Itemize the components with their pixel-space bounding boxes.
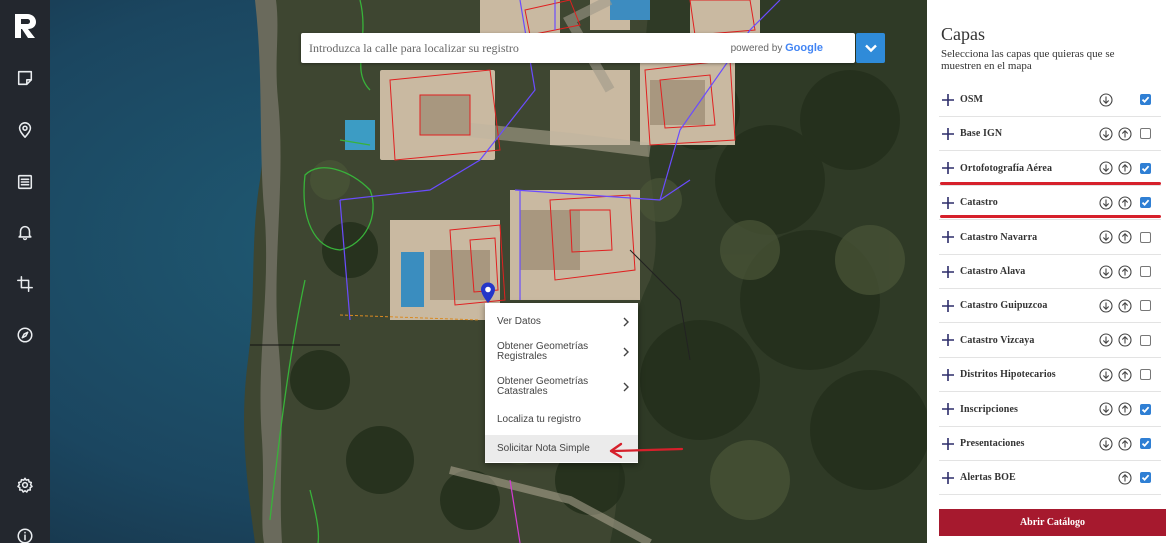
layer-row-alertas-boe: Alertas BOE [939,461,1161,496]
list-icon[interactable] [0,164,50,200]
plus-icon[interactable] [939,125,957,143]
layer-checkbox[interactable] [1140,94,1151,105]
arrow-up-circle-icon[interactable] [1118,333,1132,347]
menu-item-label: Obtener Geometrías Catastrales [497,377,614,397]
r-logo-icon[interactable] [8,9,42,43]
menu-item-label-line2: Registrales [497,351,548,362]
layer-checkbox[interactable] [1140,197,1151,209]
arrow-down-circle-icon[interactable] [1099,230,1113,244]
menu-item-label: Obtener Geometrías Registrales [497,342,614,362]
bell-icon[interactable] [0,214,50,250]
layer-row-base-ign: Base IGN [939,117,1161,152]
menu-item-geometrias-catastrales[interactable]: Obtener Geometrías Catastrales [485,373,638,401]
arrow-up-circle-icon[interactable] [1118,368,1132,382]
search-input[interactable] [301,33,731,63]
layer-row-inscripciones: Inscripciones [939,393,1161,427]
layer-checkbox[interactable] [1140,369,1151,381]
arrow-down-circle-icon[interactable] [1099,92,1113,107]
layer-row-catastro-navarra: Catastro Navarra [939,221,1161,255]
arrow-down-circle-icon[interactable] [1099,161,1113,175]
info-icon[interactable] [0,518,50,543]
arrow-down-circle-icon[interactable] [1099,333,1113,347]
sidebar [0,0,50,543]
layer-row-catastro-alava: Catastro Alava [939,255,1161,289]
arrow-up-circle-icon[interactable] [1118,299,1132,313]
arrow-down-circle-icon[interactable] [1099,436,1113,451]
arrow-down-circle-icon[interactable] [1099,264,1113,279]
google-brand: Google [785,42,823,54]
plus-icon[interactable] [939,194,957,212]
arrow-down-circle-icon[interactable] [1099,127,1113,141]
plus-icon[interactable] [939,297,957,315]
plus-icon[interactable] [939,469,957,487]
red-arrow-annotation [609,442,684,459]
arrow-up-circle-icon[interactable] [1118,196,1132,210]
red-underline-annotation [940,182,1161,185]
chevron-right-icon [614,317,638,327]
arrow-down-circle-icon[interactable] [1099,196,1113,210]
layers-panel: Capas Selecciona las capas que quieras q… [927,0,1169,543]
layer-row-catastro-guipuzcoa: Catastro Guipuzcoa [939,289,1161,324]
crop-icon[interactable] [0,266,50,302]
layer-checkbox[interactable] [1140,266,1151,277]
layer-checkbox[interactable] [1140,472,1151,484]
layer-row-catastro-vizcaya: Catastro Vizcaya [939,324,1161,358]
notes-icon[interactable] [0,60,50,96]
gear-icon[interactable] [0,467,50,503]
arrow-up-circle-icon[interactable] [1118,402,1132,416]
layer-row-ortofotografia-aerea: Ortofotografía Aérea [939,152,1161,186]
arrow-down-circle-icon[interactable] [1099,402,1113,416]
map-view[interactable]: powered by Google Ver Datos Obtener Geom… [50,0,927,543]
plus-icon[interactable] [939,435,957,453]
layer-checkbox[interactable] [1140,334,1151,346]
arrow-down-circle-icon[interactable] [1099,299,1113,313]
layer-checkbox[interactable] [1140,162,1151,174]
plus-icon[interactable] [939,228,957,246]
plus-icon[interactable] [939,263,957,281]
layer-checkbox[interactable] [1140,300,1151,312]
arrow-up-circle-icon[interactable] [1118,264,1132,279]
open-catalog-button[interactable]: Abrir Catálogo [939,509,1166,536]
plus-icon[interactable] [939,331,957,349]
location-pin-icon[interactable] [0,112,50,148]
chevron-right-icon [614,347,638,357]
menu-item-label: Ver Datos [497,316,541,327]
layer-row-distritos-hipotecarios: Distritos Hipotecarios [939,358,1161,393]
location-marker-icon[interactable] [480,282,496,304]
menu-item-localiza-registro[interactable]: Localiza tu registro [485,408,638,432]
layer-checkbox[interactable] [1140,128,1151,140]
red-underline-annotation [940,215,1161,218]
search-bar: powered by Google [301,33,855,63]
panel-subtitle: Selecciona las capas que quieras que se … [941,48,1115,72]
layer-row-osm: OSM [939,83,1161,117]
panel-title: Capas [941,24,985,44]
chevron-down-icon[interactable] [856,33,885,63]
compass-icon[interactable] [0,317,50,353]
plus-icon[interactable] [939,159,957,177]
chevron-right-icon [614,382,638,392]
context-menu: Ver Datos Obtener Geometrías Registrales … [485,303,638,463]
plus-icon[interactable] [939,366,957,384]
arrow-up-circle-icon[interactable] [1118,230,1132,244]
layer-checkbox[interactable] [1140,438,1151,449]
arrow-up-circle-icon[interactable] [1118,127,1132,141]
layer-checkbox[interactable] [1140,403,1151,415]
powered-by-google: powered by Google [731,42,855,54]
layer-label: OSM [960,94,984,105]
layer-row-presentaciones: Presentaciones [939,427,1161,461]
plus-icon[interactable] [939,91,957,109]
arrow-down-circle-icon[interactable] [1099,368,1113,382]
arrow-up-circle-icon[interactable] [1118,471,1132,485]
menu-item-ver-datos[interactable]: Ver Datos [485,311,638,333]
menu-item-geometrias-registrales[interactable]: Obtener Geometrías Registrales [485,338,638,366]
powered-by-label: powered by [730,43,783,54]
menu-item-label-line2: Catastrales [497,386,548,397]
layer-checkbox[interactable] [1140,231,1151,243]
plus-icon[interactable] [939,400,957,418]
menu-item-label: Localiza tu registro [497,414,581,425]
arrow-up-circle-icon[interactable] [1118,161,1132,175]
google-brand-text: Google [785,42,823,54]
arrow-up-circle-icon[interactable] [1118,436,1132,451]
